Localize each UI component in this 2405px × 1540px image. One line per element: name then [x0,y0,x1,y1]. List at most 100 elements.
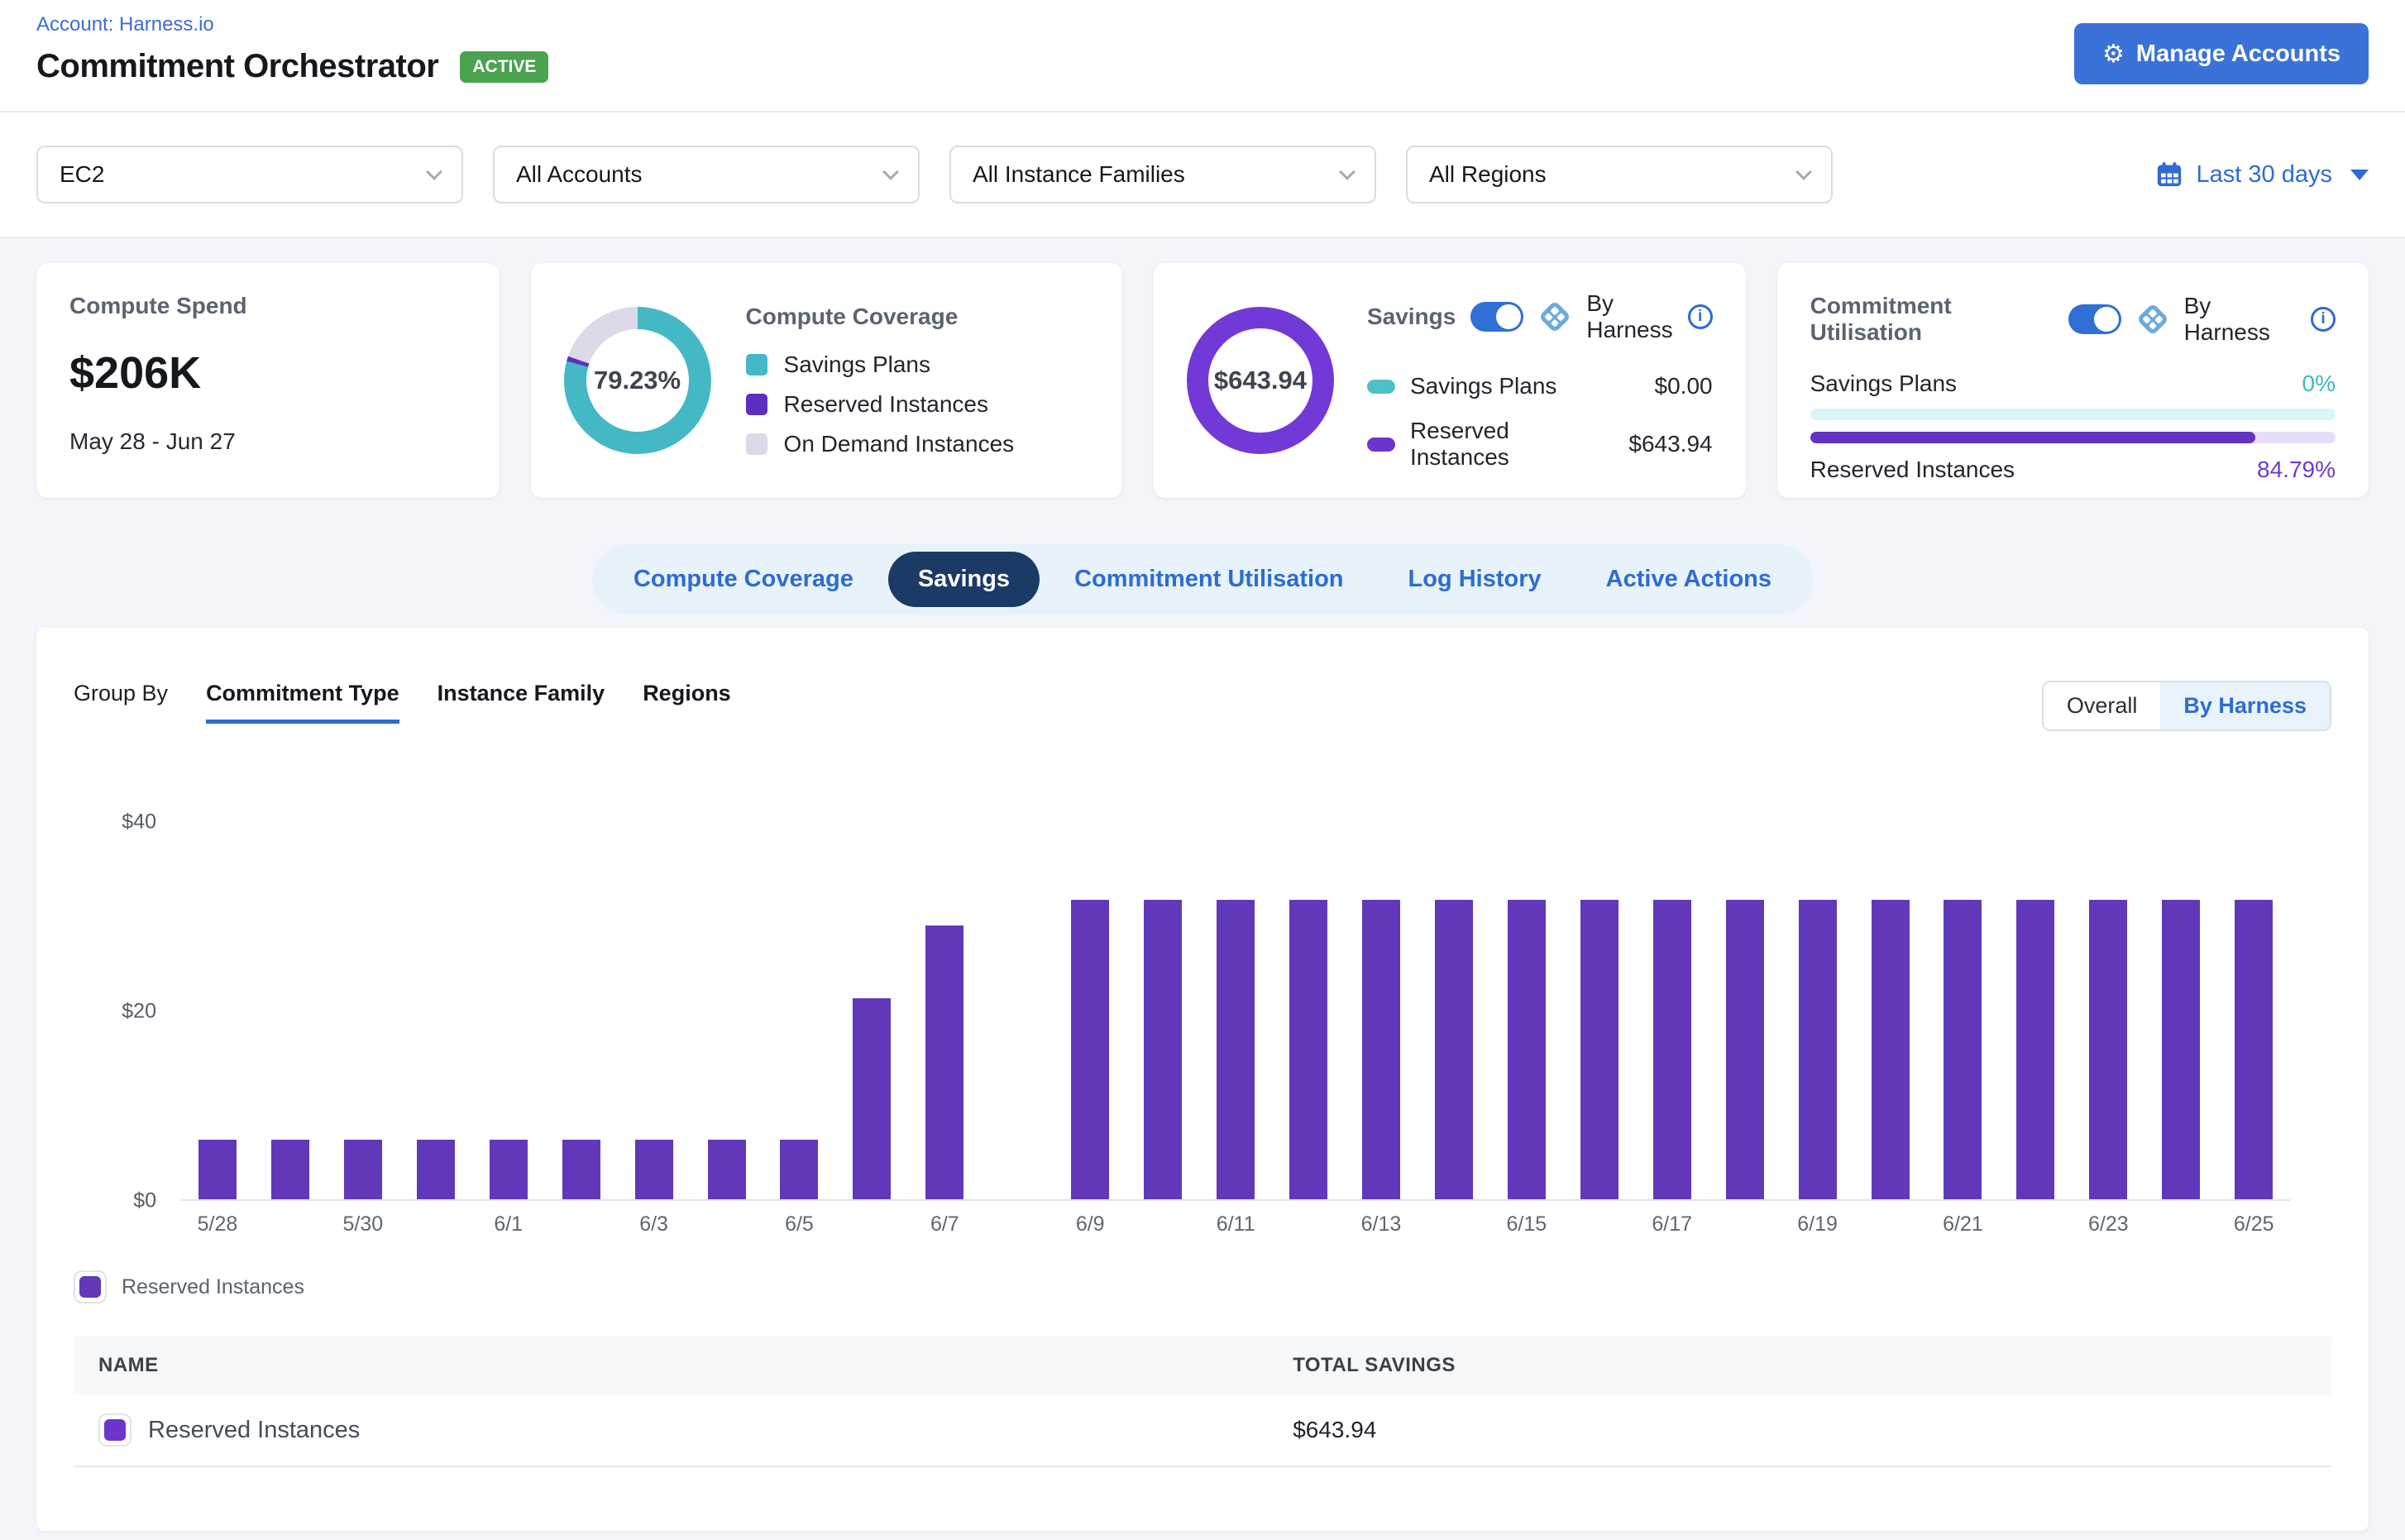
table-cell-total-savings: $643.94 [1293,1417,2331,1443]
utilisation-by-harness-toggle[interactable] [2068,304,2121,334]
status-badge: ACTIVE [460,51,548,83]
chart-bar[interactable] [1872,900,1910,1199]
x-axis-tick-label: 6/15 [1507,1212,1547,1236]
chart-bar[interactable] [1289,900,1327,1199]
chart-bar-cell [691,822,763,1199]
chart-bar[interactable] [1726,900,1764,1199]
chart-bar[interactable] [635,1140,673,1199]
summary-cards: Compute Spend $206K May 28 - Jun 27 79.2… [0,238,2405,498]
group-by-option-regions[interactable]: Regions [643,681,731,724]
chart-bar[interactable] [1144,900,1182,1199]
chart-bar-cell [1272,822,1345,1199]
filter-dropdown-value: EC2 [60,161,104,188]
filter-dropdown-1[interactable]: All Accounts [493,146,920,203]
group-by-option-commitment-type[interactable]: Commitment Type [206,681,399,724]
savings-card: $643.94 Savings By Harness i Savings Pla… [1154,263,1746,498]
utilisation-progress-fill [1810,432,2256,443]
chart-bar[interactable] [1653,900,1691,1199]
chart-bar[interactable] [1944,900,1982,1199]
x-axis-tick-label: 6/7 [930,1212,959,1236]
compute-spend-title: Compute Spend [69,293,466,319]
chart-bar[interactable] [1799,900,1837,1199]
chart-bar[interactable] [1435,900,1473,1199]
filter-dropdown-value: All Instance Families [973,161,1185,188]
tab-savings[interactable]: Savings [888,552,1040,607]
chart-bar[interactable] [2089,900,2127,1199]
chart-bar[interactable] [1362,900,1400,1199]
chart-bar[interactable] [271,1140,309,1199]
x-axis-tick-label: 6/25 [2234,1212,2274,1236]
x-axis-tick-label: 6/11 [1217,1212,1255,1236]
x-axis-tick-label: 6/1 [494,1212,523,1236]
section-tabs: Compute CoverageSavingsCommitment Utilis… [592,544,1813,615]
chart-bar[interactable] [780,1140,818,1199]
tab-log-history[interactable]: Log History [1379,552,1571,607]
account-link[interactable]: Account: Harness.io [36,13,214,36]
chart-bar-cell: 6/19 [1781,822,1854,1199]
info-icon[interactable]: i [2311,307,2336,332]
chart-bar[interactable] [925,925,963,1199]
chart-bar-cell [2144,822,2217,1199]
chart-bar[interactable] [2016,900,2054,1199]
utilisation-row: Savings Plans0% [1810,371,2336,397]
y-axis-tick-label: $40 [74,811,156,835]
legend-checkbox[interactable] [74,1270,107,1303]
coverage-percent: 79.23% [586,329,689,432]
chart-bar[interactable] [853,998,891,1199]
gear-icon: ⚙ [2102,40,2125,69]
tab-commitment-utilisation[interactable]: Commitment Utilisation [1045,552,1373,607]
savings-legend-row: Reserved Instances$643.94 [1367,418,1713,471]
utilisation-row-percent: 84.79% [2257,457,2336,483]
filter-dropdown-3[interactable]: All Regions [1406,146,1833,203]
chart-bar[interactable] [2235,900,2273,1199]
chart-bar[interactable] [1508,900,1546,1199]
chart-bar-cell [1418,822,1490,1199]
view-toggle-overall[interactable]: Overall [2044,682,2161,729]
chart-bar[interactable] [417,1140,455,1199]
compute-spend-period: May 28 - Jun 27 [69,428,466,455]
filter-dropdown-2[interactable]: All Instance Families [949,146,1376,203]
coverage-legend-item: Savings Plans [746,352,1015,378]
view-toggle-by-harness[interactable]: By Harness [2160,682,2330,729]
chart-bar-cell [545,822,618,1199]
coverage-legend-item: On Demand Instances [746,431,1015,457]
chart-bar[interactable] [1580,900,1618,1199]
chart-bar[interactable] [198,1140,237,1199]
info-icon[interactable]: i [1688,304,1713,329]
compute-coverage-card: 79.23% Compute Coverage Savings PlansRes… [531,263,1122,498]
group-by-control: Group By Commitment Type Instance Family R… [74,681,731,724]
calendar-icon [2155,160,2183,189]
chart-bar[interactable] [490,1140,528,1199]
filter-dropdown-0[interactable]: EC2 [36,146,463,203]
utilisation-progress-bar [1810,432,2336,443]
date-range-picker[interactable]: Last 30 days [2155,160,2369,189]
legend-label: On Demand Instances [784,431,1015,457]
chart-bar[interactable] [562,1140,600,1199]
date-range-label: Last 30 days [2197,161,2332,189]
chart-bar[interactable] [1071,900,1109,1199]
savings-row-label: Savings Plans [1410,373,1640,399]
chart-bar[interactable] [708,1140,746,1199]
chevron-down-icon [1795,164,1812,180]
tab-compute-coverage[interactable]: Compute Coverage [604,552,883,607]
group-by-label: Group By [74,681,168,706]
savings-panel: Group By Commitment Type Instance Family R… [36,628,2369,1531]
chart-bar[interactable] [344,1140,382,1199]
coverage-legend-item: Reserved Instances [746,391,1015,418]
chart-bar-cell [399,822,472,1199]
commitment-utilisation-title: Commitment Utilisation [1810,293,2054,346]
savings-by-harness-toggle[interactable] [1470,302,1523,332]
chart-bar-cell [835,822,908,1199]
row-checkbox[interactable] [98,1413,131,1447]
manage-accounts-button[interactable]: ⚙ Manage Accounts [2074,23,2369,84]
chart-bar-cell [1854,822,1927,1199]
x-axis-tick-label: 6/13 [1361,1212,1402,1236]
filter-dropdown-value: All Regions [1429,161,1547,188]
tab-active-actions[interactable]: Active Actions [1576,552,1801,607]
chart-bar[interactable] [2162,900,2200,1199]
savings-legend-row: Savings Plans$0.00 [1367,373,1713,399]
chart-bar-cell: 6/3 [618,822,691,1199]
group-by-option-instance-family[interactable]: Instance Family [437,681,605,724]
chart-bar[interactable] [1217,900,1255,1199]
chart-bar-cell [981,822,1054,1199]
